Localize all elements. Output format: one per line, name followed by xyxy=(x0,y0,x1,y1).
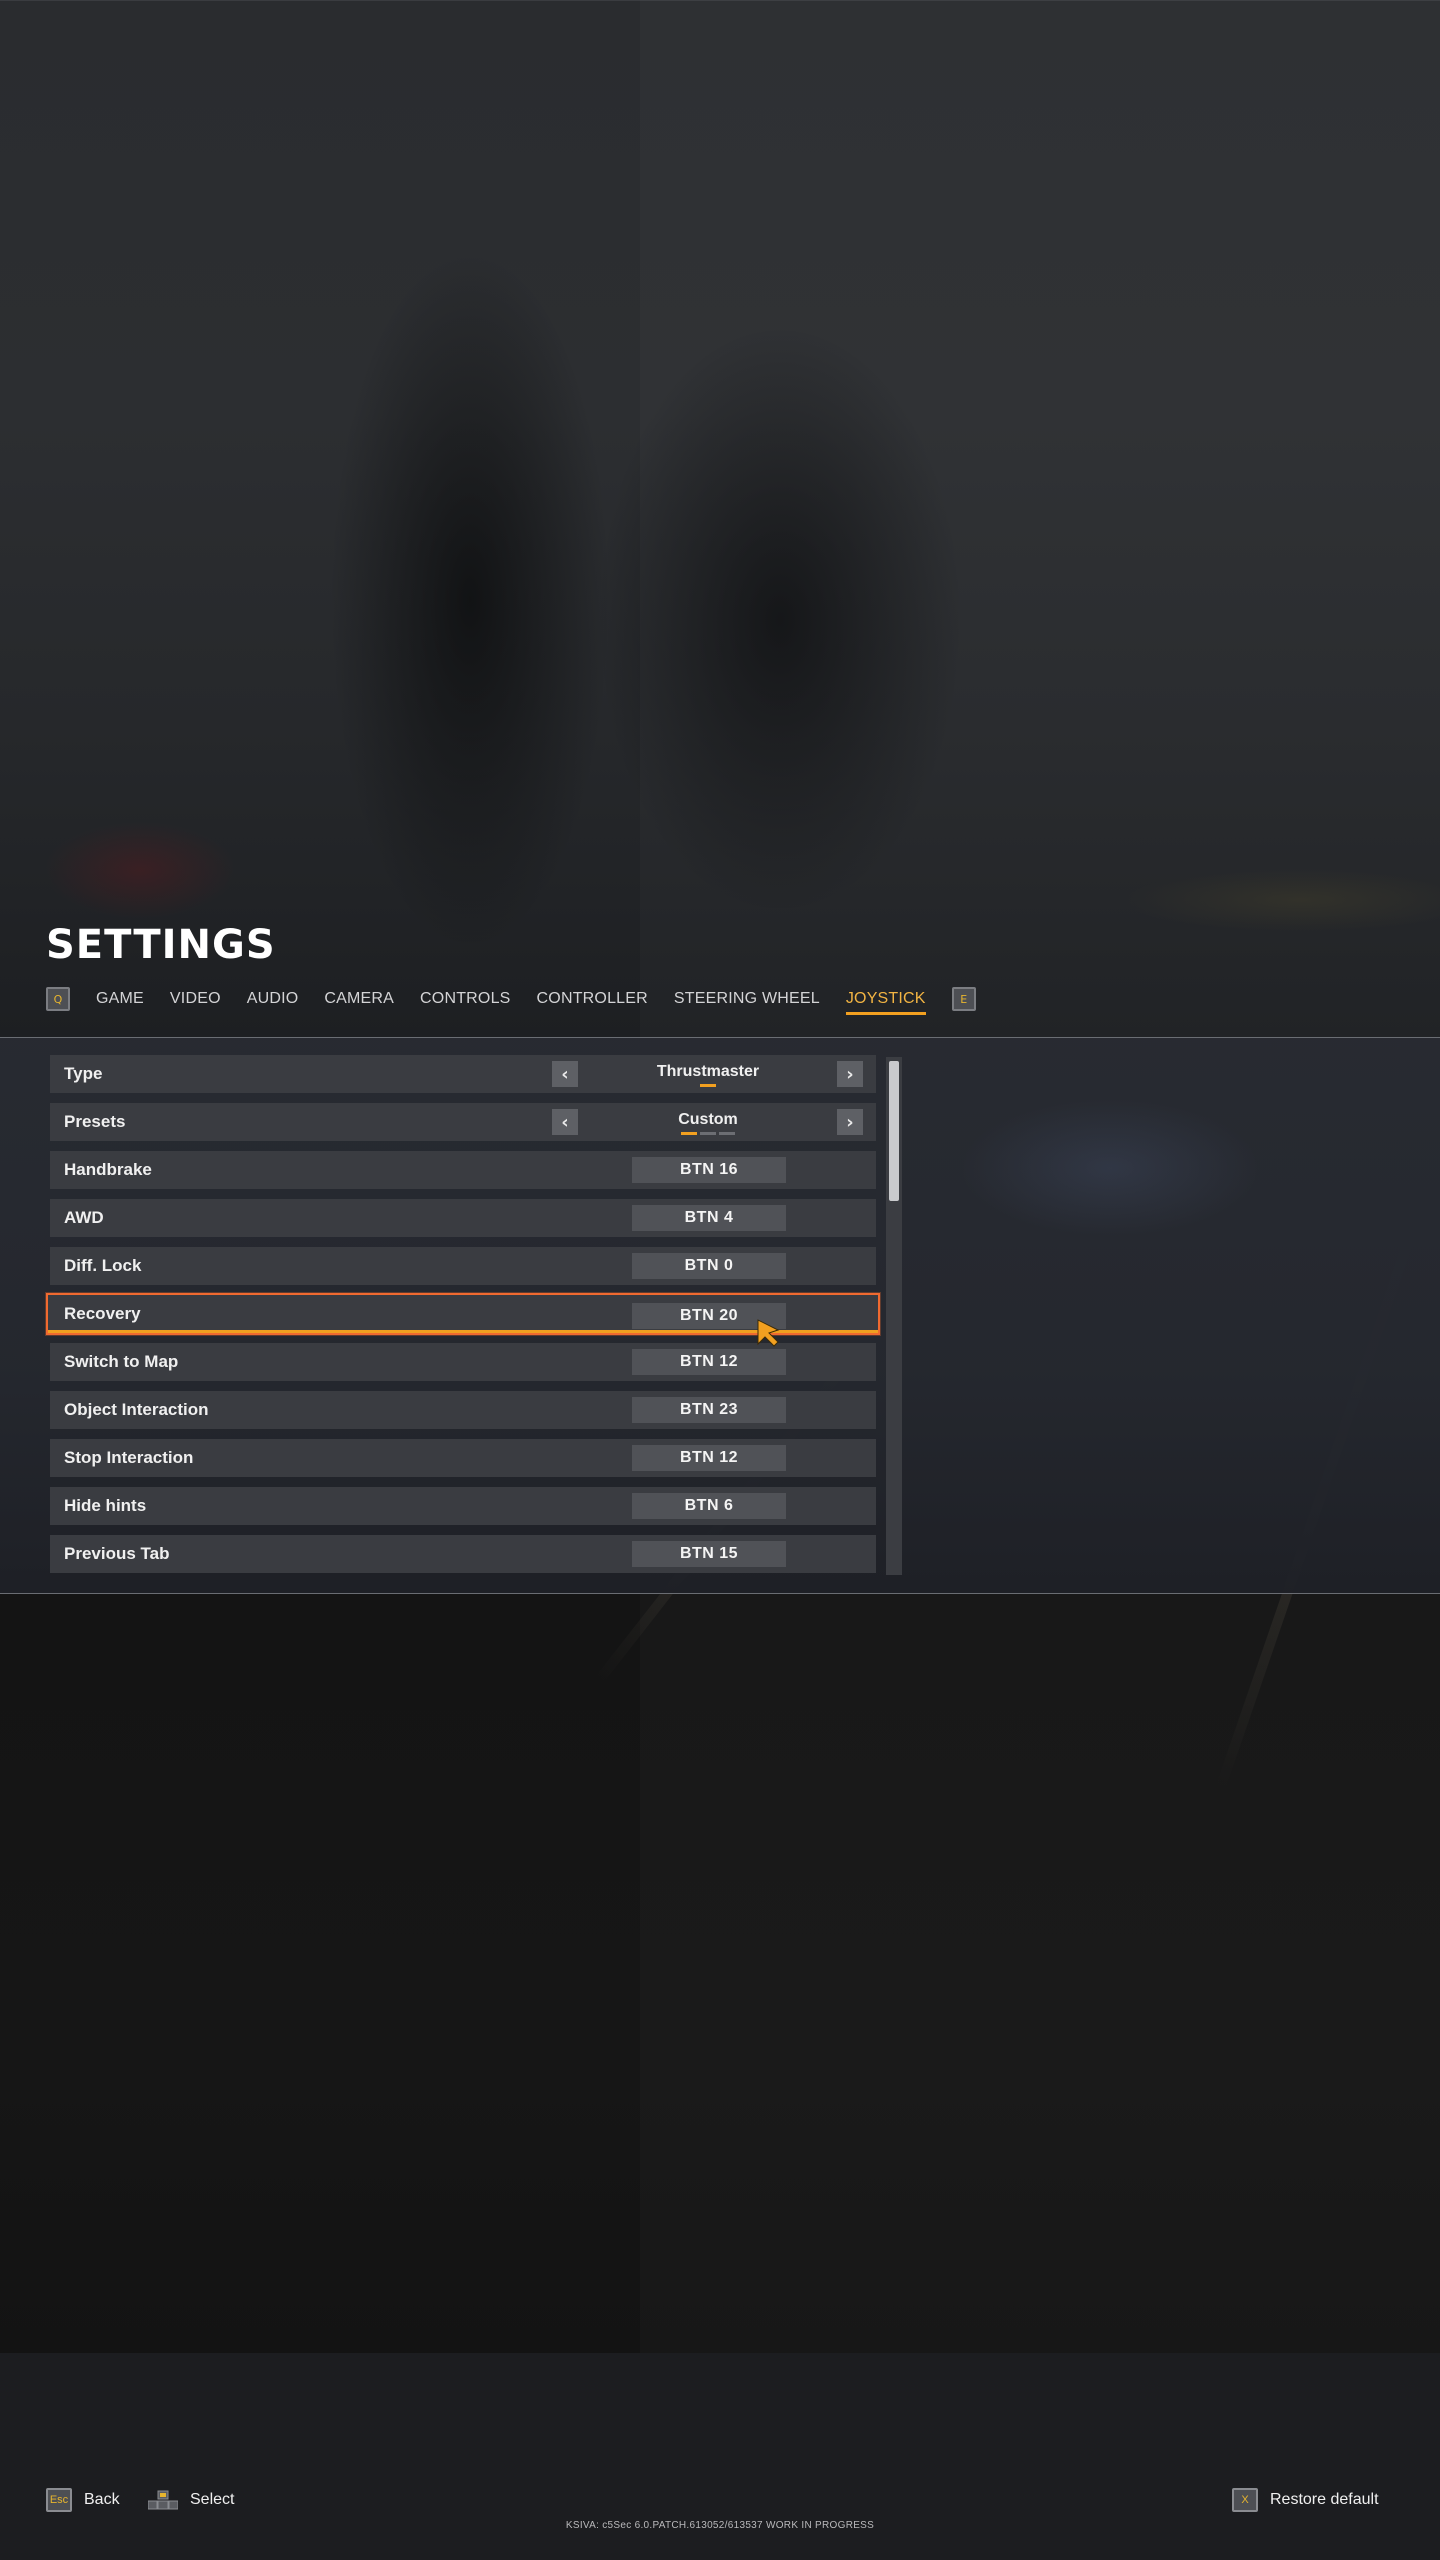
option-dot xyxy=(719,1132,735,1135)
binding-row-stop-interaction[interactable]: Stop Interaction BTN 12 xyxy=(50,1439,876,1477)
binding-row-diff-lock[interactable]: Diff. Lock BTN 0 xyxy=(50,1247,876,1285)
binding-value[interactable]: BTN 23 xyxy=(632,1397,786,1423)
scrollbar[interactable] xyxy=(886,1057,902,1575)
option-dot xyxy=(700,1084,716,1087)
settings-tabs: Q GAME VIDEO AUDIO CAMERA CONTROLS CONTR… xyxy=(46,984,976,1015)
panel-glow xyxy=(960,1098,1260,1238)
binding-label: Recovery xyxy=(64,1304,141,1323)
tab-joystick[interactable]: JOYSTICK xyxy=(845,990,926,1015)
select-hint[interactable]: Select xyxy=(148,2486,234,2514)
tab-audio[interactable]: AUDIO xyxy=(247,990,299,1008)
binding-value[interactable]: BTN 6 xyxy=(632,1493,786,1519)
binding-value[interactable]: BTN 12 xyxy=(632,1445,786,1471)
tab-controller[interactable]: CONTROLLER xyxy=(537,990,648,1008)
restore-default-hint[interactable]: X Restore default xyxy=(1232,2486,1379,2514)
binding-row-switch-to-map[interactable]: Switch to Map BTN 12 xyxy=(50,1343,876,1381)
binding-label: Object Interaction xyxy=(64,1400,209,1419)
tab-game[interactable]: GAME xyxy=(96,990,144,1008)
binding-row-handbrake[interactable]: Handbrake BTN 16 xyxy=(50,1151,876,1189)
binding-label: Stop Interaction xyxy=(64,1448,194,1467)
tab-next-key-icon[interactable]: E xyxy=(951,987,976,1011)
tab-camera[interactable]: CAMERA xyxy=(324,990,394,1008)
tab-controls[interactable]: CONTROLS xyxy=(420,990,511,1008)
back-label: Back xyxy=(84,2491,120,2508)
setting-row-presets[interactable]: Presets ‹ Custom › xyxy=(50,1103,876,1141)
binding-value[interactable]: BTN 0 xyxy=(632,1253,786,1279)
chevron-left-icon[interactable]: ‹ xyxy=(552,1109,578,1135)
binding-row-awd[interactable]: AWD BTN 4 xyxy=(50,1199,876,1237)
keyboard-keys-icon xyxy=(148,2490,178,2510)
setting-label: Type xyxy=(64,1064,103,1083)
option-indicator xyxy=(580,1084,836,1087)
select-label: Select xyxy=(190,2491,235,2508)
setting-row-type[interactable]: Type ‹ Thrustmaster › xyxy=(50,1055,876,1093)
chevron-left-icon[interactable]: ‹ xyxy=(552,1061,578,1087)
setting-label: Presets xyxy=(64,1112,126,1131)
build-info: KSIVA: c5Sec 6.0.PATCH.613052/613537 WOR… xyxy=(565,2520,875,2531)
binding-label: AWD xyxy=(64,1208,104,1227)
binding-label: Previous Tab xyxy=(64,1544,170,1563)
binding-row-previous-tab[interactable]: Previous Tab BTN 15 xyxy=(50,1535,876,1573)
page-title: SETTINGS xyxy=(46,922,276,968)
restore-default-label: Restore default xyxy=(1270,2491,1379,2508)
scrollbar-thumb[interactable] xyxy=(889,1061,899,1201)
binding-value[interactable]: BTN 16 xyxy=(632,1157,786,1183)
binding-label: Switch to Map xyxy=(64,1352,179,1371)
back-hint[interactable]: Esc Back xyxy=(46,2486,120,2514)
option-dot xyxy=(700,1132,716,1135)
tab-steering-wheel[interactable]: STEERING WHEEL xyxy=(674,990,820,1008)
tab-video[interactable]: VIDEO xyxy=(170,990,221,1008)
binding-value[interactable]: BTN 15 xyxy=(632,1541,786,1567)
binding-row-object-interaction[interactable]: Object Interaction BTN 23 xyxy=(50,1391,876,1429)
binding-label: Diff. Lock xyxy=(64,1256,142,1275)
binding-label: Handbrake xyxy=(64,1160,152,1179)
esc-key-icon: Esc xyxy=(46,2488,72,2512)
chevron-right-icon[interactable]: › xyxy=(837,1109,863,1135)
binding-value[interactable]: BTN 4 xyxy=(632,1205,786,1231)
binding-value[interactable]: BTN 12 xyxy=(632,1349,786,1375)
x-key-icon: X xyxy=(1232,2488,1258,2512)
option-indicator xyxy=(580,1132,836,1135)
binding-label: Hide hints xyxy=(64,1496,147,1515)
tab-prev-key-icon[interactable]: Q xyxy=(46,987,70,1011)
option-dot xyxy=(681,1132,697,1135)
selection-underline xyxy=(48,1330,878,1333)
mouse-cursor-icon xyxy=(757,1319,780,1347)
binding-row-hide-hints[interactable]: Hide hints BTN 6 xyxy=(50,1487,876,1525)
binding-row-recovery[interactable]: Recovery BTN 20 xyxy=(46,1293,880,1335)
chevron-right-icon[interactable]: › xyxy=(837,1061,863,1087)
